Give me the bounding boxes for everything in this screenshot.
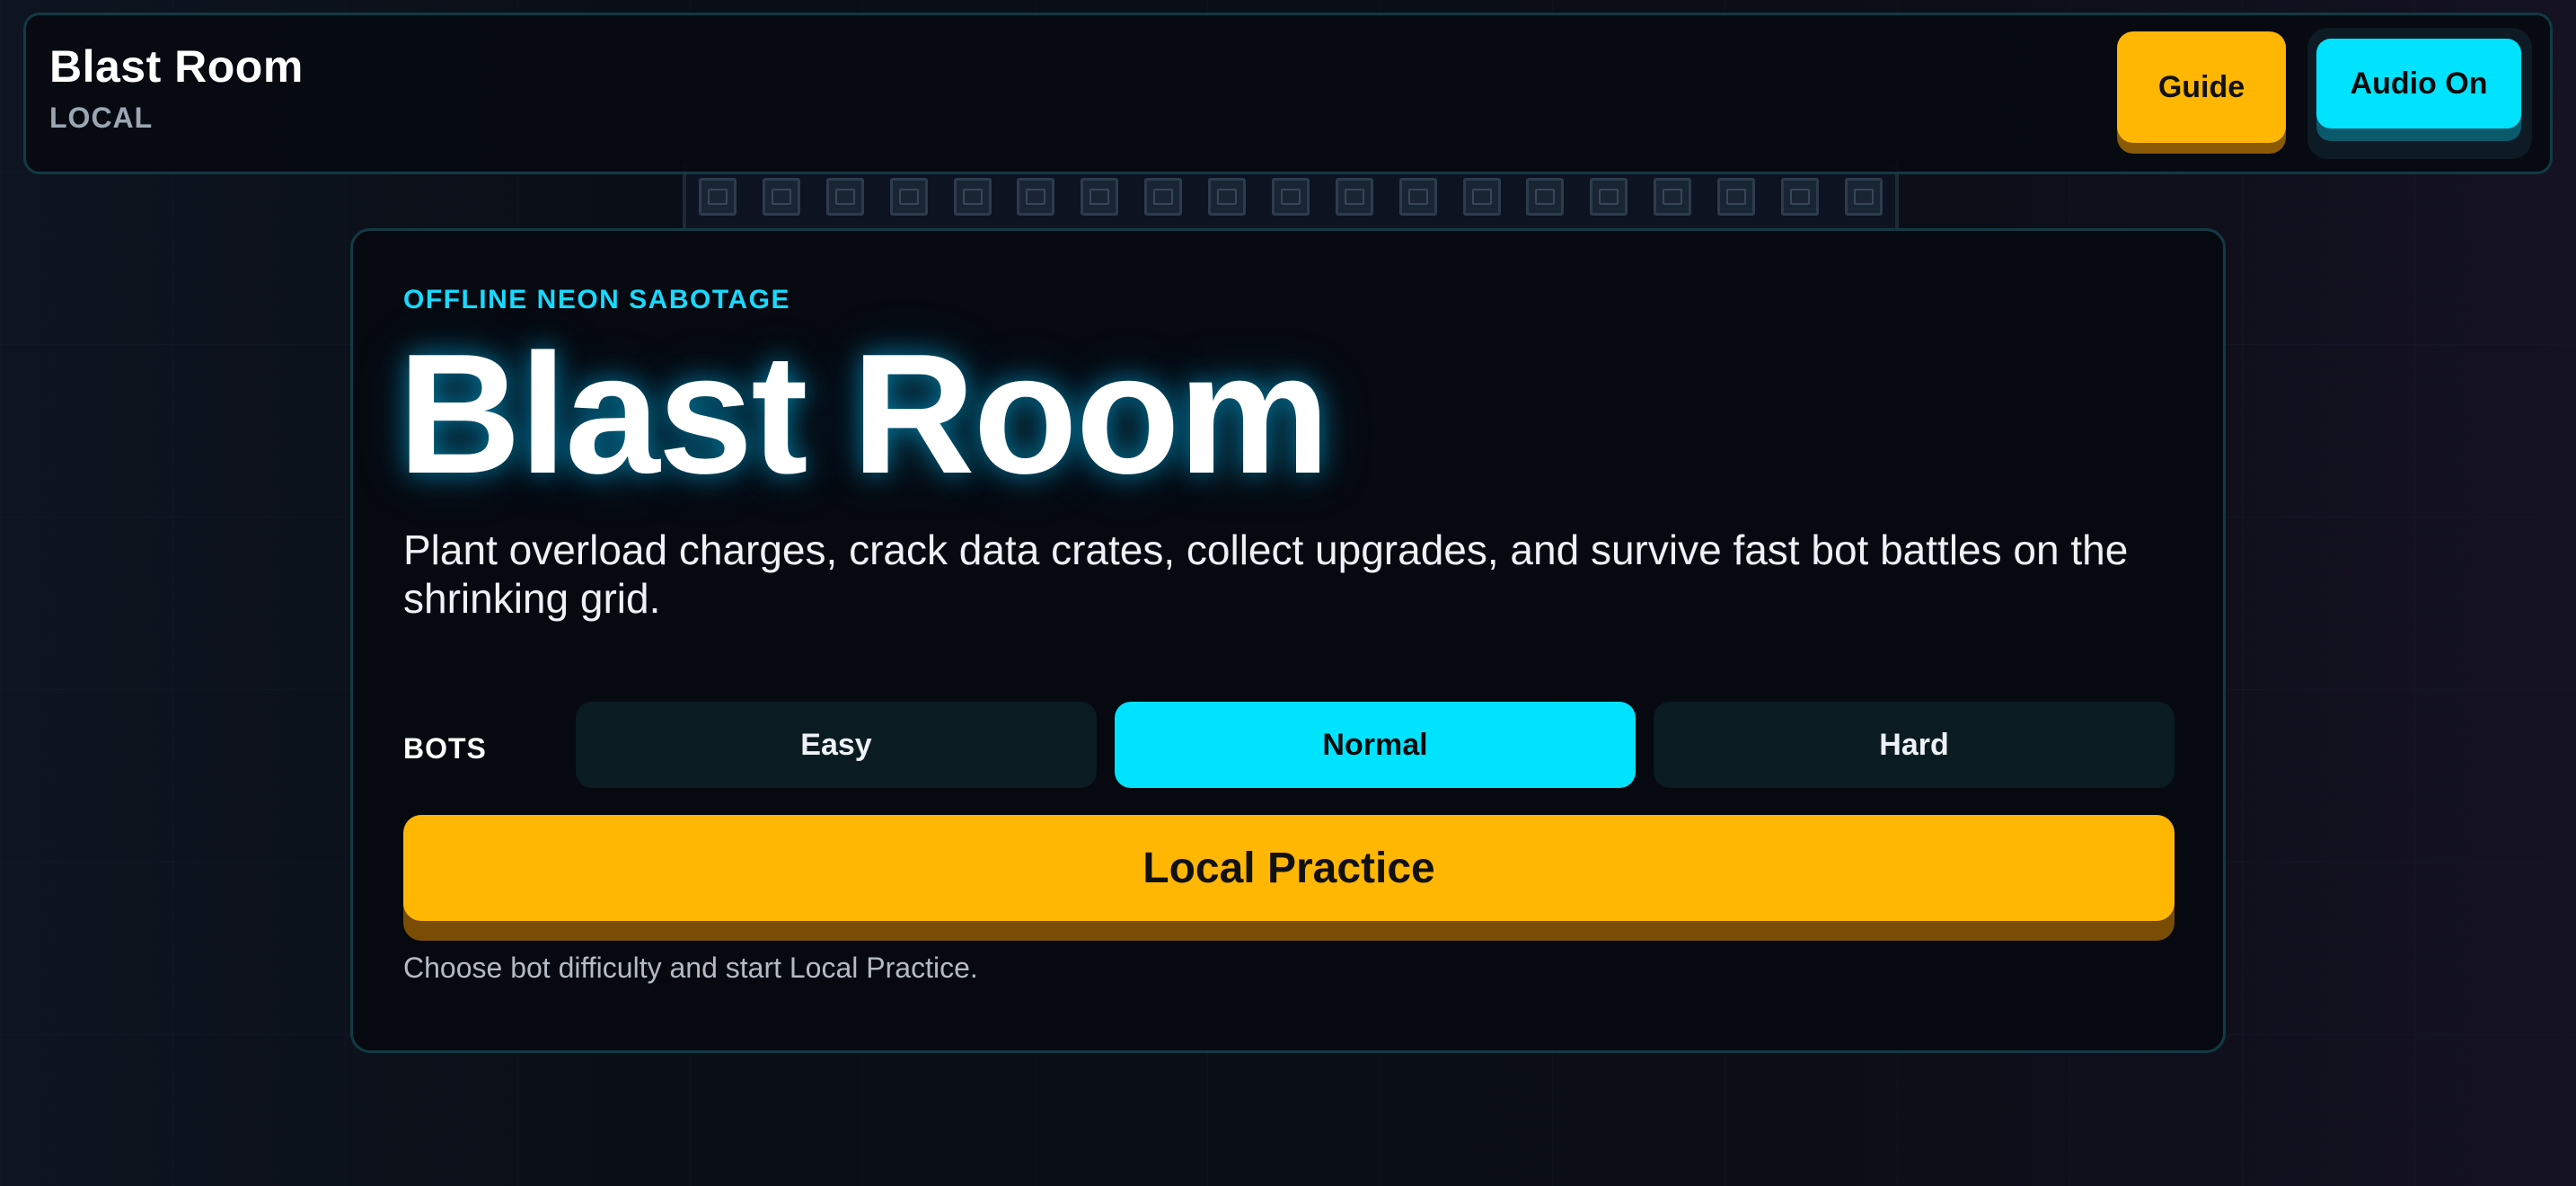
tagline: OFFLINE NEON SABOTAGE <box>403 285 790 314</box>
data-crate-icon <box>1208 178 1246 216</box>
data-crate-icon <box>825 178 864 216</box>
difficulty-easy-button[interactable]: Easy <box>576 702 1097 788</box>
audio-toggle-button[interactable]: Audio On <box>2316 39 2521 128</box>
data-crate-icon <box>1462 178 1501 216</box>
mode-label: LOCAL <box>49 102 154 134</box>
game-screen: Blast Room LOCAL Guide Audio On OFFLINE … <box>0 0 2576 1186</box>
difficulty-normal-button[interactable]: Normal <box>1115 702 1636 788</box>
data-crate-icon <box>1780 178 1819 216</box>
data-crate-icon <box>889 178 928 216</box>
audio-toggle-frame: Audio On <box>2307 28 2532 159</box>
game-description: Plant overload charges, crack data crate… <box>403 527 2129 622</box>
data-crate-icon <box>762 178 800 216</box>
data-crate-icon <box>699 178 737 216</box>
guide-button[interactable]: Guide <box>2117 31 2286 143</box>
bots-difficulty-label: BOTS <box>403 732 487 765</box>
data-crate-icon <box>1081 178 1119 216</box>
data-crate-icon <box>1590 178 1628 216</box>
top-bar: Blast Room LOCAL Guide Audio On <box>23 13 2553 174</box>
data-crate-icon <box>953 178 992 216</box>
data-crate-icon <box>1398 178 1437 216</box>
data-crate-icon <box>1144 178 1183 216</box>
data-crate-icon <box>1526 178 1565 216</box>
game-title: Blast Room <box>398 319 1330 509</box>
main-menu-card: OFFLINE NEON SABOTAGE Blast Room Plant o… <box>350 228 2226 1053</box>
data-crate-icon <box>1654 178 1692 216</box>
data-crate-icon <box>1335 178 1373 216</box>
local-practice-button[interactable]: Local Practice <box>403 815 2175 921</box>
difficulty-hard-button[interactable]: Hard <box>1654 702 2175 788</box>
start-hint: Choose bot difficulty and start Local Pr… <box>403 951 978 984</box>
data-crate-icon <box>1017 178 1055 216</box>
data-crate-icon <box>1271 178 1310 216</box>
data-crate-icon <box>1844 178 1883 216</box>
data-crate-icon <box>1717 178 1755 216</box>
app-title: Blast Room <box>49 41 304 92</box>
